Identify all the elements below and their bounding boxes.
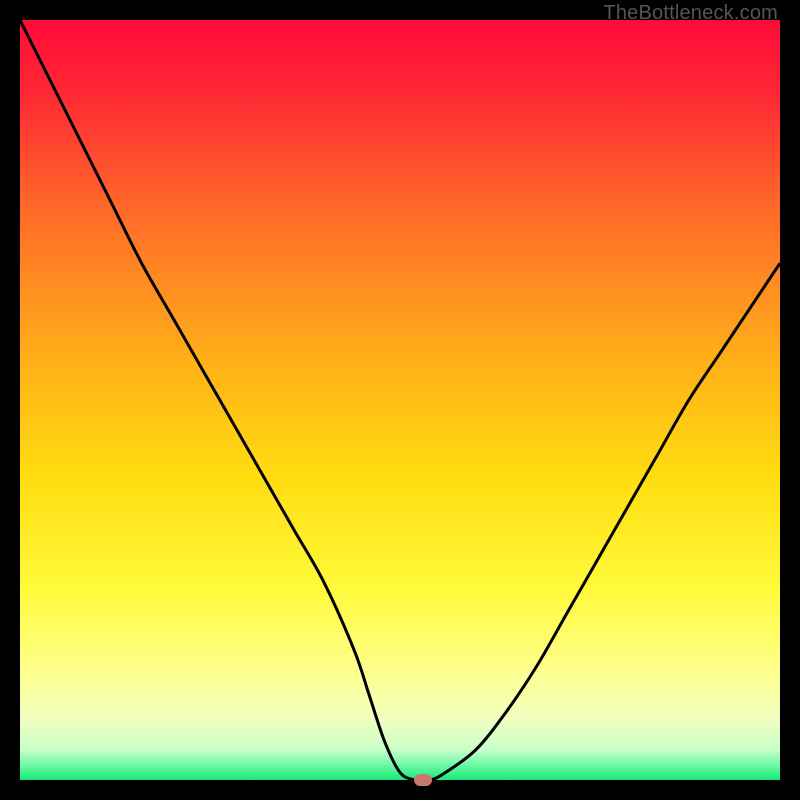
optimal-point-marker xyxy=(414,774,432,786)
watermark-text: TheBottleneck.com xyxy=(603,2,778,25)
bottleneck-curve xyxy=(20,20,780,780)
